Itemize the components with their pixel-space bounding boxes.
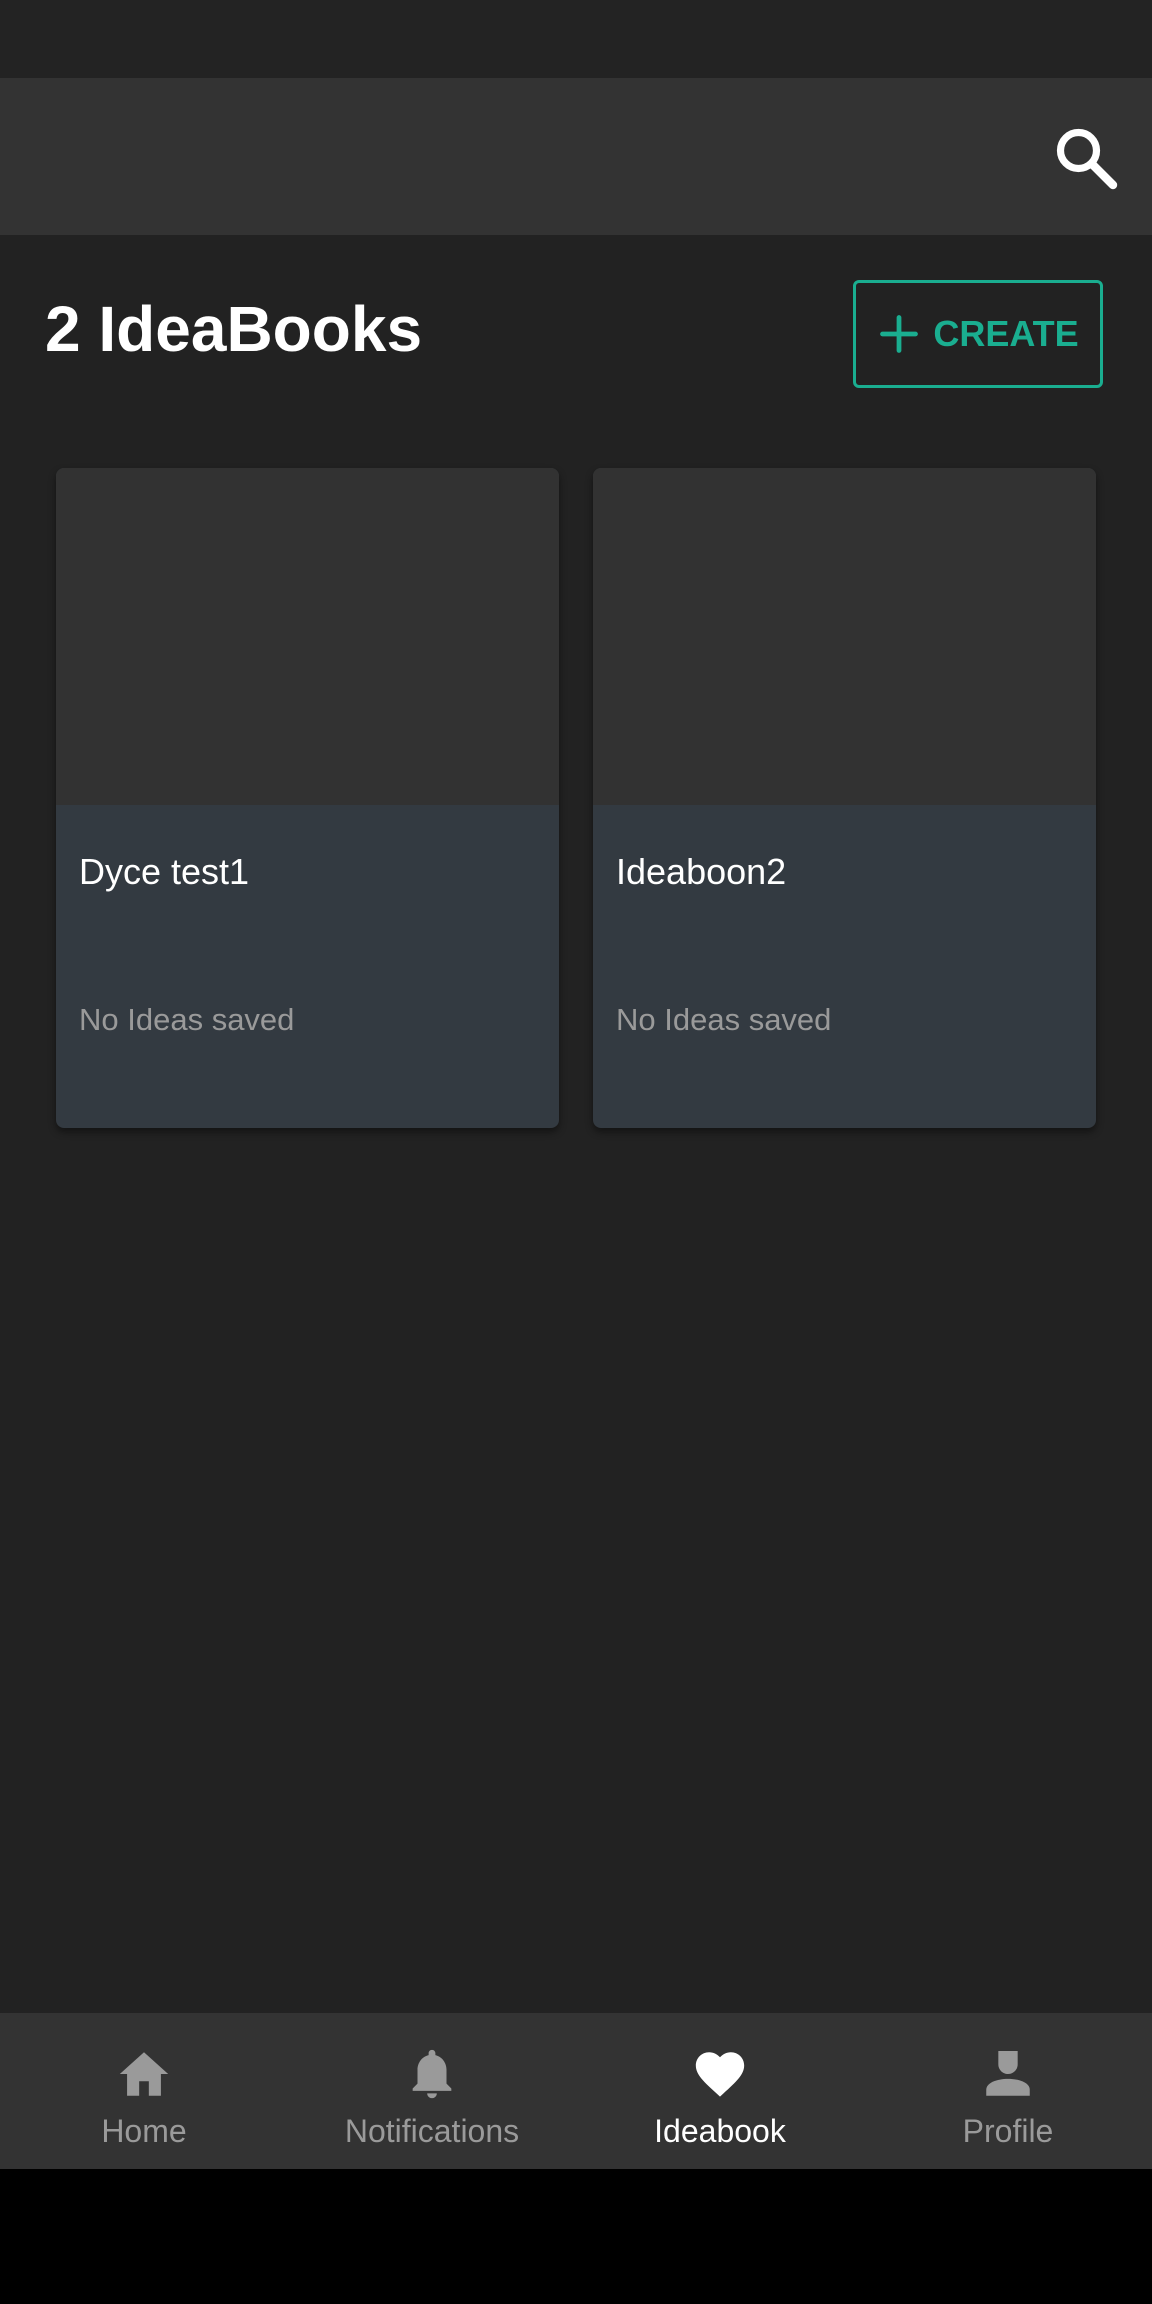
search-icon <box>1056 128 1118 190</box>
ideabook-title: Ideaboon2 <box>616 851 787 892</box>
ideabook-cover <box>593 468 1096 805</box>
nav-label: Home <box>101 2113 187 2149</box>
app-bar <box>0 78 1152 235</box>
page-title: 2 IdeaBooks <box>45 293 423 365</box>
nav-label: Profile <box>962 2113 1054 2149</box>
create-button[interactable]: CREATE <box>853 280 1103 388</box>
nav-item-profile[interactable]: Profile <box>864 2013 1152 2169</box>
home-icon <box>119 2052 169 2096</box>
page-header: 2 IdeaBooks CREATE <box>0 235 1152 435</box>
nav-item-ideabook[interactable]: Ideabook <box>576 2013 864 2169</box>
create-button-label: CREATE <box>933 313 1079 354</box>
nav-item-notifications[interactable]: Notifications <box>288 2013 576 2169</box>
ideabook-subtitle: No Ideas saved <box>79 1002 295 1037</box>
bottom-navigation: Home Notifications Ideabook Profile <box>0 2013 1152 2169</box>
search-button[interactable] <box>1046 118 1126 198</box>
ideabook-subtitle: No Ideas saved <box>616 1002 832 1037</box>
ideabook-card[interactable]: Dyce test1 No Ideas saved <box>56 468 559 1128</box>
plus-icon <box>880 315 919 353</box>
ideabook-card[interactable]: Ideaboon2 No Ideas saved <box>593 468 1096 1128</box>
ideabook-title: Dyce test1 <box>79 851 250 892</box>
status-bar <box>0 0 1152 78</box>
bell-icon <box>412 2049 452 2099</box>
nav-label: Notifications <box>344 2113 520 2149</box>
heart-icon <box>695 2052 745 2097</box>
system-navigation-bar <box>0 2169 1152 2304</box>
person-icon <box>986 2051 1030 2096</box>
ideabook-cover <box>56 468 559 805</box>
nav-label: Ideabook <box>654 2113 786 2149</box>
nav-item-home[interactable]: Home <box>0 2013 288 2169</box>
